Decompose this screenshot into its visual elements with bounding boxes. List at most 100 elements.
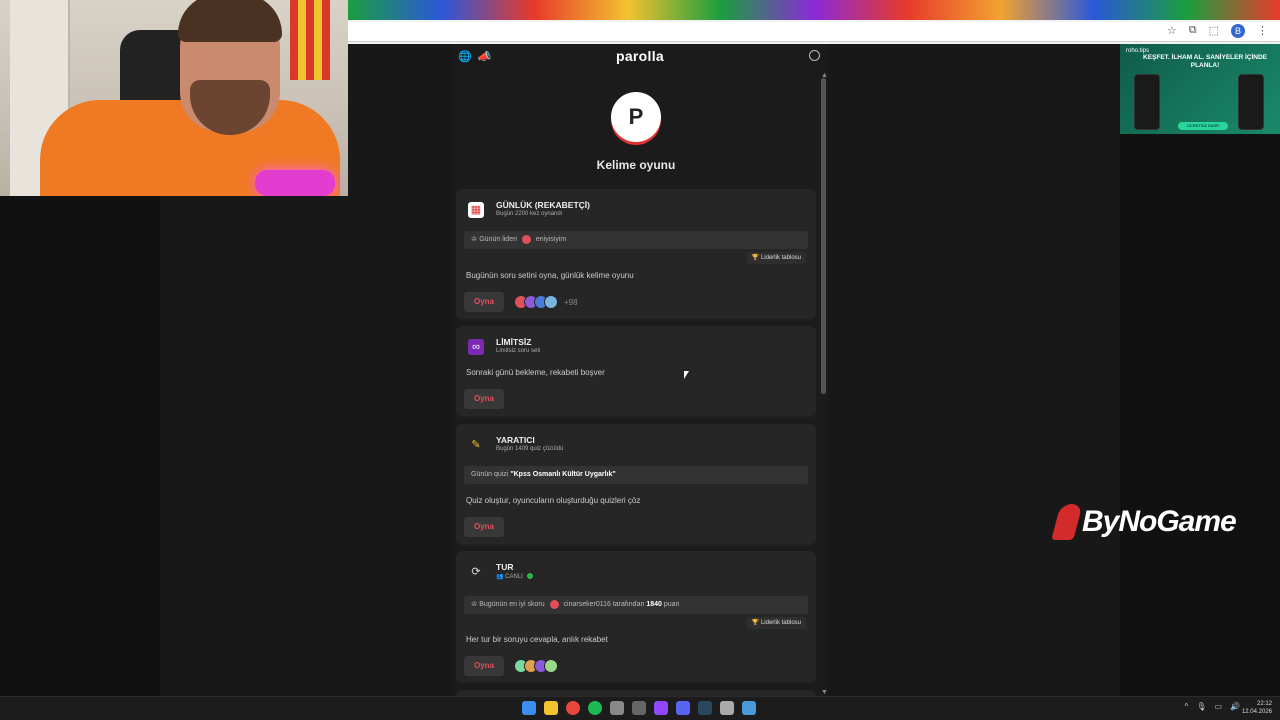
daily-quiz-bar[interactable]: Günün quizi "Kpss Osmanlı Kültür Uygarlı… [464,466,808,484]
settings-icon[interactable] [720,701,734,715]
player-avatars [514,659,558,673]
star-icon[interactable]: ☆ [1167,24,1177,38]
card-title: YARATICI [496,435,535,445]
card-title: GÜNLÜK (REKABETÇİ) [496,200,590,210]
quiz-label: Günün quizi [471,471,509,478]
scrollbar-thumb[interactable] [821,78,826,394]
card-subtitle: 👥 CANLI [496,573,533,580]
leader-avatar [521,234,531,244]
parolla-app: 🌐 📣 parolla P Kelime oyunu ▦ GÜNLÜK (REK… [452,44,828,696]
webcam-hair [178,0,282,42]
leader-name[interactable]: eniyisiyim [536,236,566,243]
browser-chrome [348,0,1280,44]
card-daily: ▦ GÜNLÜK (REKABETÇİ) Bugün 2200 kez oyna… [456,189,816,321]
app-header: 🌐 📣 parolla [452,44,828,70]
user-icon[interactable] [809,50,820,61]
best-score-by: tarafından [612,601,645,608]
webcam-overlay [0,0,348,196]
puzzle-icon[interactable]: ⬚ [1209,24,1219,38]
ad-cta-button[interactable]: ÜCRETSİZ İNDİR [1178,122,1228,130]
player-avatar [544,295,558,309]
live-label: CANLI [505,574,523,580]
best-score-bar: ♔ Bugünün en iyi skoru cinarseker0116 ta… [464,596,808,614]
leaderboard-button[interactable]: 🏆 Liderlik tablosu [746,617,806,629]
system-tray: ^ 🎙 ▭ 🔊 [1185,702,1240,711]
best-player-name[interactable]: cinarseker0116 [564,601,611,608]
play-button[interactable]: Oyna [464,292,504,312]
app-icon[interactable] [610,701,624,715]
bynogame-watermark: ByNoGame [1051,504,1237,540]
app-title: parolla [615,48,664,64]
steam-icon[interactable] [698,701,712,715]
speaker-icon[interactable]: 🔊 [1230,702,1240,711]
chevron-up-icon[interactable]: ^ [1185,702,1189,711]
best-score-value: 1840 [646,601,662,608]
discord-icon[interactable] [676,701,690,715]
browser-theme-banner [348,0,1280,20]
chrome-icon[interactable] [566,701,580,715]
taskbar-apps [522,701,756,715]
extension-icon[interactable]: ⧉ [1189,24,1197,38]
trophy-icon: ♔ [471,601,478,608]
more-players-count: +98 [564,297,578,307]
trophy-icon: ♔ [471,236,478,243]
browser-toolbar-icons: ☆ ⧉ ⬚ B ⋮ [1167,24,1268,38]
player-avatars: +98 [514,295,578,309]
card-description: Quiz oluştur, oyuncuların oluşturduğu qu… [466,496,641,505]
spotify-icon[interactable] [588,701,602,715]
calendar-icon: ▦ [468,202,484,218]
quiz-name[interactable]: "Kpss Osmanlı Kültür Uygarlık" [510,471,615,478]
clock-time: 22:12 [1256,701,1272,707]
left-background [160,196,348,696]
app-subtitle: Kelime oyunu [596,158,676,172]
card-subtitle: Limitsiz soru seti [496,348,541,354]
leaderboard-button[interactable]: 🏆 Liderlik tablosu [746,252,806,264]
mouse-cursor-icon [684,371,689,379]
pencil-icon: ✎ [471,439,481,451]
play-button[interactable]: Oyna [464,656,504,676]
card-unlimited: ∞ LİMİTSİZ Limitsiz soru seti Sonraki gü… [456,326,816,418]
address-bar[interactable] [348,22,1280,42]
leader-label: Günün lideri [479,236,517,243]
microphone-icon[interactable]: 🎙 [1196,702,1206,711]
ad-headline: KEŞFET. İLHAM AL. SANİYELER İÇİNDE PLANL… [1143,54,1267,69]
card-description: Sonraki günü bekleme, rekabeti boşver [466,368,605,377]
card-subtitle: Bugün 1409 quiz çözüldü [496,446,564,452]
windows-start-icon[interactable] [522,701,536,715]
card-description: Her tur bir soruyu cevapla, anlık rekabe… [466,635,608,644]
app-icon[interactable] [742,701,756,715]
card-title: LİMİTSİZ [496,337,532,347]
refresh-icon: ⟳ [471,566,481,578]
card-creative: ✎ YARATICI Bugün 1409 quiz çözüldü Günün… [456,424,816,546]
clock-date: 12.04.2026 [1241,709,1272,715]
app-icon[interactable] [632,701,646,715]
monitor-icon[interactable]: ▭ [1214,702,1222,711]
best-score-label: Bugünün en iyi skoru [479,601,545,608]
bynogame-logo-icon [1051,504,1083,540]
webcam-microphone [255,170,335,196]
app-logo: P [611,92,661,142]
card-subtitle: Bugün 2200 kez oynandı [496,211,563,217]
best-score-unit: puan [663,601,680,608]
phone-image [1134,74,1160,130]
system-clock[interactable]: 22:12 12.04.2026 [1242,700,1272,716]
best-player-avatar [549,599,559,609]
player-avatar [544,659,558,673]
scroll-down-icon[interactable]: ▼ [821,689,828,696]
people-icon: 👥 [496,574,504,580]
file-explorer-icon[interactable] [544,701,558,715]
play-button[interactable]: Oyna [464,517,504,537]
watermark-text: ByNoGame [1082,505,1237,538]
twitch-icon[interactable] [654,701,668,715]
taskbar: ^ 🎙 ▭ 🔊 22:12 12.04.2026 [0,696,1280,720]
webcam-flag [290,0,330,80]
scrollbar[interactable]: ▲ ▼ [820,72,828,696]
daily-leader-bar: ♔ Günün lideri eniyisiyim [464,231,808,249]
card-tour: ⟳ TUR 👥 CANLI ♔ Bugünün en iyi skoru cin… [456,551,816,684]
advertisement[interactable]: roho.tips KEŞFET. İLHAM AL. SANİYELER İÇ… [1120,44,1280,134]
infinity-icon: ∞ [468,339,484,355]
profile-avatar[interactable]: B [1231,24,1245,38]
play-button[interactable]: Oyna [464,389,504,409]
card-description: Bugünün soru setini oyna, günlük kelime … [466,271,634,280]
menu-icon[interactable]: ⋮ [1257,24,1268,38]
